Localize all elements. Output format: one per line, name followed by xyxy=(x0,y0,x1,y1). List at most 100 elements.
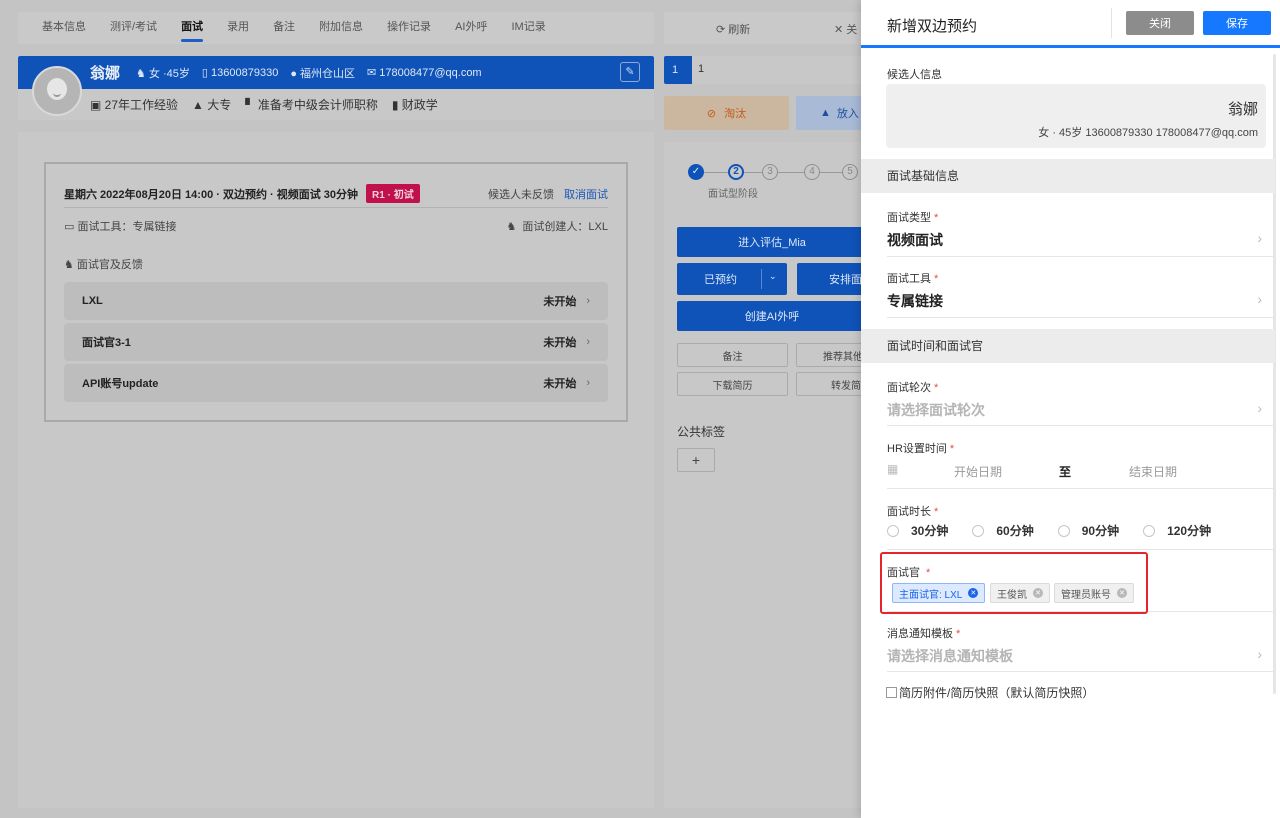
major: ▮ 财政学 xyxy=(391,98,438,112)
chevron-right-icon[interactable]: › xyxy=(1257,230,1262,246)
edit-icon[interactable]: ✎ xyxy=(620,62,640,82)
duration-radio-30[interactable]: 30分钟 xyxy=(887,522,948,539)
stage-label: 面试型阶段 xyxy=(708,189,758,200)
save-button[interactable]: 保存 xyxy=(1203,11,1271,35)
interview-tool-value[interactable]: 专属链接 xyxy=(887,291,943,311)
tab-5[interactable]: 附加信息 xyxy=(319,12,363,44)
duration-radio-60[interactable]: 60分钟 xyxy=(972,522,1034,539)
remove-icon[interactable]: ✕ xyxy=(968,588,979,598)
location: ● 福州仓山区 xyxy=(290,67,356,80)
end-date-input[interactable]: 结束日期 xyxy=(1129,463,1177,480)
duration-radio-90[interactable]: 90分钟 xyxy=(1057,522,1119,539)
tab-4[interactable]: 备注 xyxy=(273,12,295,44)
interviewer-row[interactable]: LXL 未开始 › xyxy=(64,282,608,320)
checkbox-icon[interactable] xyxy=(886,687,897,698)
step-line xyxy=(704,172,728,173)
create-ai-call-button[interactable]: 创建AI外呼 xyxy=(677,301,867,331)
candidate-info-box: 翁娜 女 · 45岁 13600879330 178008477@qq.com xyxy=(886,84,1266,148)
pipeline-input[interactable]: 1 1 xyxy=(664,56,864,84)
chevron-right-icon[interactable]: › xyxy=(1257,646,1262,662)
step[interactable]: 3 xyxy=(762,164,778,180)
feedback-status: 候选人未反馈 xyxy=(488,188,554,201)
refresh-button[interactable]: ⟳ 刷新 xyxy=(716,21,750,37)
chevron-right-icon: › xyxy=(586,295,590,307)
date-separator: 至 xyxy=(1059,465,1072,479)
phone: ▯ 13600879330 xyxy=(201,67,279,79)
interviewer-row[interactable]: API账号update 未开始 › xyxy=(64,364,608,402)
interview-summary: 星期六 2022年08月20日 14:00 · 双边预约 · 视频面试 30分钟 xyxy=(64,188,359,201)
cancel-interview-link[interactable]: 取消面试 xyxy=(564,186,608,202)
certificate: ▘ 准备考中级会计师职称 xyxy=(245,98,378,112)
remove-icon[interactable]: ✕ xyxy=(1033,588,1043,598)
tab-2[interactable]: 面试 xyxy=(181,12,204,44)
round-select[interactable]: 请选择面试轮次 xyxy=(887,400,985,420)
round-badge: R1 · 初试 xyxy=(366,184,420,203)
experience: ▣ 27年工作经验 xyxy=(90,98,179,112)
step-current[interactable]: 2 xyxy=(728,164,744,180)
candidate-info-label: 候选人信息 xyxy=(887,69,942,81)
duration-radio-120[interactable]: 120分钟 xyxy=(1143,522,1211,539)
inbox-icon: ▲ xyxy=(820,107,831,119)
duration-radio-group: 30分钟 60分钟 90分钟 120分钟 xyxy=(887,522,1235,539)
input-index: 1 xyxy=(664,56,692,84)
interview-creator: ♞ 面试创建人：LXL xyxy=(506,221,608,233)
arrange-button[interactable]: 安排面 xyxy=(797,263,867,295)
forward-button[interactable]: 转发简 xyxy=(796,372,866,396)
gender-age: ♞ 女 ·45岁 xyxy=(136,67,190,80)
add-tag-button[interactable]: + xyxy=(677,448,715,472)
booked-button[interactable]: 已预约 ⌄ xyxy=(677,263,787,295)
start-date-input[interactable]: 开始日期 xyxy=(954,463,1002,480)
reject-button[interactable]: ⊘ 淘汰 xyxy=(664,96,789,130)
tab-1[interactable]: 测评/考试 xyxy=(110,12,157,44)
interview-type-label: 面试类型 * xyxy=(887,212,939,224)
close-button-partial[interactable]: ✕ 关 xyxy=(834,21,857,37)
hr-time-label: HR设置时间 * xyxy=(887,443,955,455)
attachment-checkbox[interactable]: 简历附件/简历快照（默认简历快照） xyxy=(886,684,1094,701)
basic-info-group: 面试基础信息 xyxy=(861,159,1275,193)
duration-label: 面试时长 * xyxy=(887,506,939,518)
chevron-right-icon: › xyxy=(586,336,590,348)
middle-toolbar: ⟳ 刷新 ✕ 关 xyxy=(664,12,864,44)
remove-icon[interactable]: ✕ xyxy=(1117,588,1127,598)
chevron-right-icon[interactable]: › xyxy=(1257,291,1262,307)
step[interactable]: 5 xyxy=(842,164,858,180)
step[interactable]: 4 xyxy=(804,164,820,180)
interviewer-tag-main[interactable]: 主面试官: LXL ✕ xyxy=(892,583,986,603)
chevron-down-icon[interactable]: ⌄ xyxy=(769,271,777,282)
evaluate-button[interactable]: 进入评估_Mia xyxy=(677,227,867,257)
calendar-icon: ▦ xyxy=(887,462,899,476)
recommend-button[interactable]: 推荐其他 xyxy=(796,343,866,367)
interview-tool-label: 面试工具 * xyxy=(887,273,939,285)
note-button[interactable]: 备注 xyxy=(677,343,788,367)
tab-0[interactable]: 基本信息 xyxy=(42,12,86,44)
scrollbar[interactable] xyxy=(1273,54,1276,694)
interview-card: 星期六 2022年08月20日 14:00 · 双边预约 · 视频面试 30分钟… xyxy=(44,162,628,422)
step-line xyxy=(820,172,842,173)
interview-type-value[interactable]: 视频面试 xyxy=(887,230,943,250)
candidate-info-meta: 女 · 45岁 13600879330 178008477@qq.com xyxy=(1038,127,1258,139)
avatar xyxy=(32,66,82,116)
chevron-right-icon: › xyxy=(586,377,590,389)
template-select[interactable]: 请选择消息通知模板 xyxy=(887,646,1013,666)
education: ▲ 大专 xyxy=(192,98,232,112)
tab-8[interactable]: IM记录 xyxy=(511,12,545,44)
round-label: 面试轮次 * xyxy=(887,382,939,394)
chevron-right-icon[interactable]: › xyxy=(1257,400,1262,416)
tab-6[interactable]: 操作记录 xyxy=(387,12,431,44)
date-range-picker[interactable]: ▦ 开始日期 至 结束日期 xyxy=(887,458,1267,482)
tab-3[interactable]: 录用 xyxy=(227,12,249,44)
interviewer-row[interactable]: 面试官3-1 未开始 › xyxy=(64,323,608,361)
email: ✉ 178008477@qq.com xyxy=(367,67,482,79)
tab-7[interactable]: AI外呼 xyxy=(455,12,487,44)
interviewer-tag[interactable]: 王俊凯 ✕ xyxy=(990,583,1050,603)
step-line xyxy=(744,172,762,173)
drawer-title: 新增双边预约 xyxy=(887,18,978,35)
interviewer-tag[interactable]: 管理员账号 ✕ xyxy=(1054,583,1134,603)
download-resume-button[interactable]: 下载简历 xyxy=(677,372,788,396)
add-to-pool-button[interactable]: ▲ 放入 xyxy=(796,96,864,130)
ban-icon: ⊘ xyxy=(706,107,717,120)
public-tags-title: 公共标签 xyxy=(677,425,726,439)
candidate-tabs: 基本信息 测评/考试 面试 录用 备注 附加信息 操作记录 AI外呼 IM记录 xyxy=(18,12,654,44)
close-button[interactable]: 关闭 xyxy=(1126,11,1194,35)
input-value: 1 xyxy=(698,63,705,75)
